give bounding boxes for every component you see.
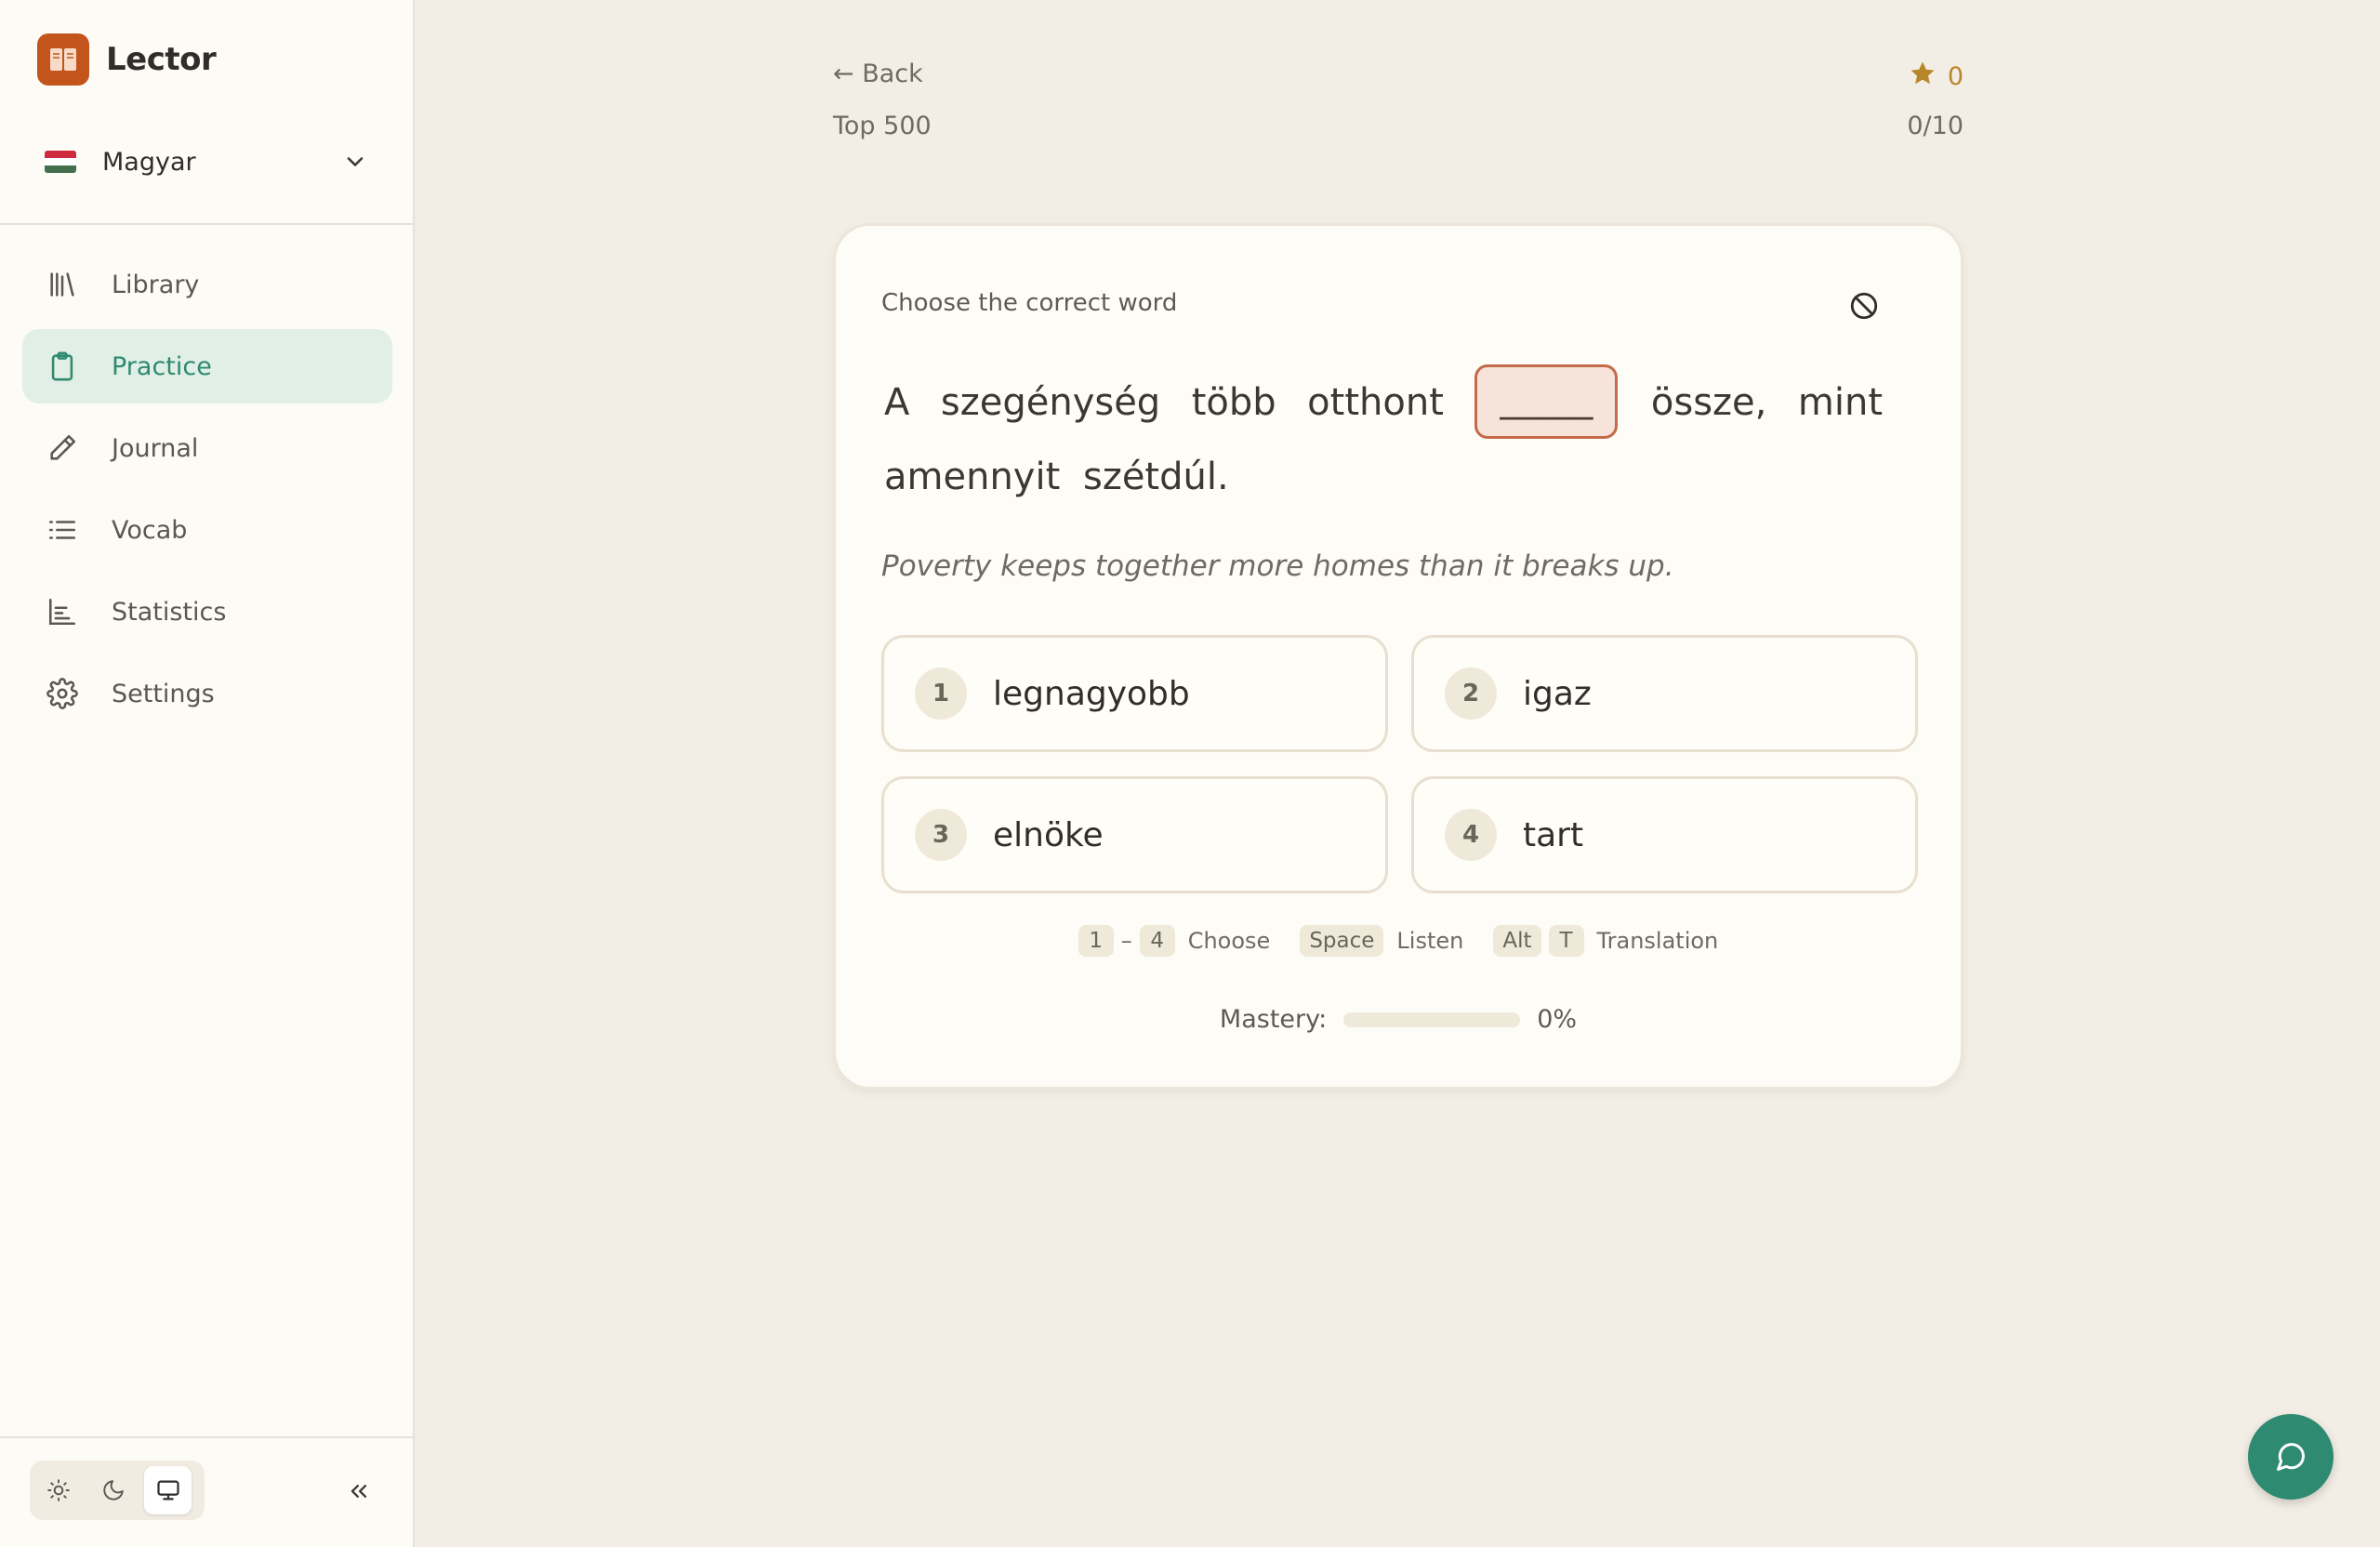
skip-button[interactable] <box>1845 287 1883 324</box>
monitor-icon <box>157 1480 179 1501</box>
chat-button[interactable] <box>2248 1414 2334 1500</box>
option-1-button[interactable]: 1 legnagyobb <box>881 635 1388 752</box>
mastery-value: 0% <box>1537 1005 1578 1034</box>
sentence-word: szegénység <box>940 381 1161 424</box>
list-icon <box>45 512 80 548</box>
score: 0 <box>1909 60 1964 94</box>
library-icon <box>45 267 80 302</box>
language-label: Magyar <box>102 147 196 177</box>
pencil-icon <box>45 430 80 466</box>
theme-system-button[interactable] <box>144 1466 192 1514</box>
option-number: 1 <box>915 668 967 720</box>
mastery-label: Mastery: <box>1219 1005 1328 1034</box>
gear-icon <box>45 676 80 711</box>
app-root: Lector Magyar Library Practice Journal V… <box>0 0 2380 1547</box>
collapse-sidebar-button[interactable] <box>340 1473 377 1510</box>
sentence-word: szétdúl. <box>1082 456 1229 498</box>
option-word: igaz <box>1523 674 1592 713</box>
sidebar-nav: Library Practice Journal Vocab Statistic… <box>22 247 392 738</box>
bar-chart-icon <box>45 594 80 629</box>
kbd-key: 4 <box>1139 925 1175 957</box>
sentence-word: össze, <box>1650 381 1767 424</box>
theme-dark-button[interactable] <box>90 1466 138 1514</box>
sidebar-item-label: Settings <box>112 679 215 708</box>
sidebar-bottom-divider <box>0 1436 415 1438</box>
hungary-flag-icon <box>45 151 76 173</box>
sun-icon <box>47 1479 71 1501</box>
option-number: 2 <box>1445 668 1497 720</box>
keyboard-hints: 1 – 4 Choose Space Listen Alt T Translat… <box>836 925 1961 957</box>
app-name: Lector <box>106 41 217 78</box>
ban-icon <box>1850 292 1878 320</box>
sentence-translation: Poverty keeps together more homes than i… <box>881 549 1674 583</box>
sentence-word: otthont <box>1307 381 1444 424</box>
kbd-key: Space <box>1300 925 1384 957</box>
option-word: legnagyobb <box>993 674 1190 713</box>
answer-blank: _____ <box>1474 364 1619 439</box>
sidebar-item-label: Journal <box>112 433 199 463</box>
chevrons-left-icon <box>350 1485 367 1498</box>
sidebar-item-settings[interactable]: Settings <box>22 656 392 731</box>
progress-counter: 0/10 <box>1907 112 1964 140</box>
exercise-instruction: Choose the correct word <box>881 289 1178 317</box>
sidebar-divider <box>0 223 415 225</box>
sentence-word: A <box>884 381 910 424</box>
hint-label: Listen <box>1396 928 1464 954</box>
chat-bubble-icon <box>2277 1443 2305 1471</box>
sidebar-item-label: Library <box>112 270 200 299</box>
cloze-sentence: A szegénység több otthont _____ össze, m… <box>884 364 1894 514</box>
sidebar-item-label: Practice <box>112 351 212 381</box>
hint-label: Translation <box>1596 928 1719 954</box>
hint-label: Choose <box>1187 928 1271 954</box>
option-number: 4 <box>1445 809 1497 861</box>
theme-light-button[interactable] <box>35 1466 83 1514</box>
sidebar-item-label: Vocab <box>112 515 188 545</box>
sidebar-item-library[interactable]: Library <box>22 247 392 322</box>
deck-title: Top 500 <box>833 112 932 140</box>
exercise-card: Choose the correct word A szegénység töb… <box>833 223 1964 1090</box>
sentence-word: amennyit <box>884 456 1061 498</box>
back-link[interactable]: ← Back <box>833 60 923 88</box>
option-word: elnöke <box>993 815 1104 854</box>
moon-icon <box>103 1480 124 1501</box>
star-icon <box>1909 60 1937 94</box>
mastery-meter: Mastery: 0% <box>836 1005 1961 1034</box>
score-value: 0 <box>1947 62 1964 91</box>
sidebar-item-journal[interactable]: Journal <box>22 411 392 485</box>
sidebar-item-label: Statistics <box>112 597 227 627</box>
option-3-button[interactable]: 3 elnöke <box>881 776 1388 893</box>
sidebar-item-practice[interactable]: Practice <box>22 329 392 403</box>
book-logo-icon <box>37 33 89 86</box>
sidebar: Lector Magyar Library Practice Journal V… <box>0 0 415 1547</box>
sentence-word: mint <box>1797 381 1884 424</box>
clipboard-icon <box>45 349 80 384</box>
kbd-key: Alt <box>1493 925 1541 957</box>
option-4-button[interactable]: 4 tart <box>1411 776 1918 893</box>
language-select[interactable]: Magyar <box>37 139 377 184</box>
hint-separator: – <box>1120 928 1132 954</box>
sidebar-item-vocab[interactable]: Vocab <box>22 493 392 567</box>
option-word: tart <box>1523 815 1584 854</box>
option-number: 3 <box>915 809 967 861</box>
mastery-progress-bar <box>1343 1012 1521 1027</box>
kbd-key: 1 <box>1078 925 1114 957</box>
kbd-key: T <box>1548 925 1584 957</box>
brand[interactable]: Lector <box>37 33 217 86</box>
theme-toggle <box>30 1461 205 1520</box>
option-2-button[interactable]: 2 igaz <box>1411 635 1918 752</box>
chevron-down-icon <box>342 149 368 178</box>
sidebar-item-statistics[interactable]: Statistics <box>22 575 392 649</box>
sentence-word: több <box>1191 381 1276 424</box>
